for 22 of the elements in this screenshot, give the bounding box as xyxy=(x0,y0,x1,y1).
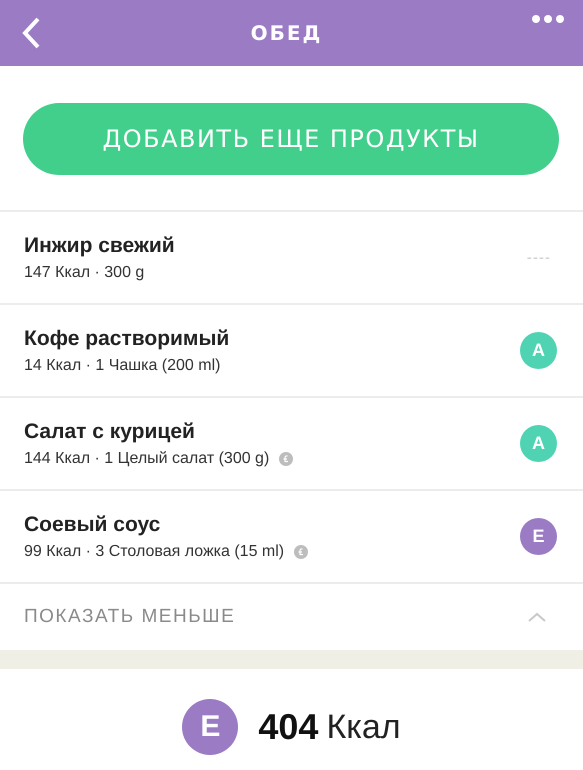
back-icon[interactable] xyxy=(20,16,42,50)
food-name: Кофе растворимый xyxy=(24,326,230,350)
grade-badge: E xyxy=(182,699,238,755)
grade-badge: E xyxy=(520,518,557,555)
food-row[interactable]: Кофе растворимый 14 Ккал · 1 Чашка (200 ml) A xyxy=(0,305,583,398)
food-row[interactable]: Салат с курицей 144 Ккал · 1 Целый салат (300 g) A xyxy=(0,398,583,491)
food-details: 147 Ккал · 300 g xyxy=(24,264,144,282)
food-row[interactable]: Инжир свежий 147 Ккал · 300 g ---- xyxy=(0,212,583,305)
calories-unit: Ккал xyxy=(326,708,401,746)
screen-title: ОБЕД xyxy=(250,21,322,45)
food-name: Инжир свежий xyxy=(24,234,175,258)
toggle-label: ПОКАЗАТЬ МЕНЬШЕ xyxy=(24,606,236,628)
food-details: 99 Ккал · 3 Столовая ложка (15 ml) xyxy=(24,542,284,560)
food-name: Соевый соус xyxy=(24,512,162,536)
food-details: 144 Ккал · 1 Целый салат (300 g) xyxy=(24,450,270,468)
grade-placeholder: ---- xyxy=(526,250,551,266)
food-details: 14 Ккал · 1 Чашка (200 ml) xyxy=(24,356,220,374)
total-calories: 404 xyxy=(258,706,318,748)
grade-badge: A xyxy=(520,425,557,462)
grade-badge: A xyxy=(520,332,557,369)
food-name: Салат с курицей xyxy=(24,420,196,444)
more-icon[interactable] xyxy=(530,14,565,24)
